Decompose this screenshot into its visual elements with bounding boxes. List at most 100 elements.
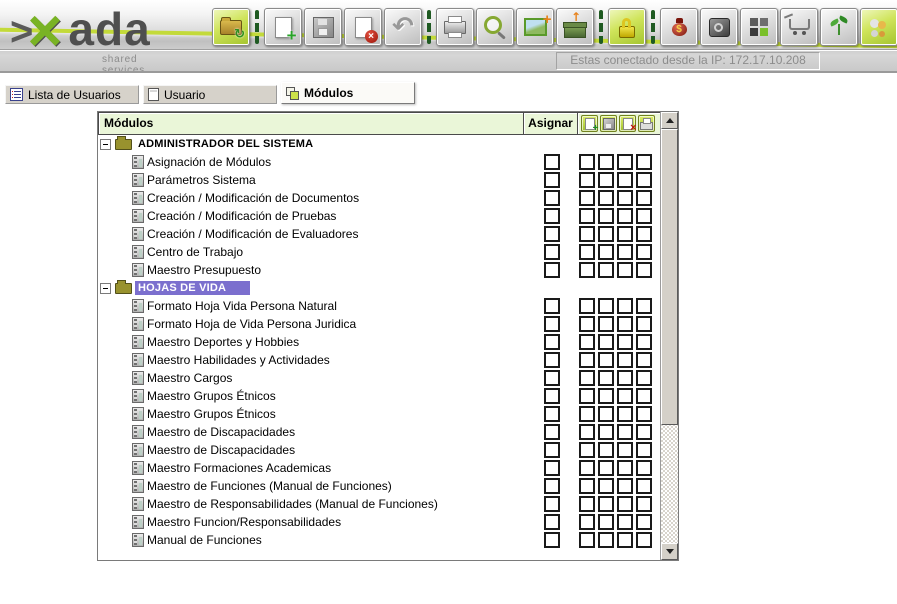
- permission-checkbox[interactable]: [598, 406, 614, 422]
- permission-checkbox[interactable]: [636, 496, 652, 512]
- permission-checkbox[interactable]: [579, 532, 595, 548]
- permission-checkbox[interactable]: [579, 172, 595, 188]
- payroll-button[interactable]: [820, 8, 858, 46]
- module-group-row[interactable]: HOJAS DE VIDA: [98, 279, 662, 297]
- permission-checkbox[interactable]: [617, 424, 633, 440]
- permission-checkbox[interactable]: [636, 352, 652, 368]
- assign-checkbox[interactable]: [544, 514, 560, 530]
- permission-checkbox[interactable]: [598, 388, 614, 404]
- module-row[interactable]: Creación / Modificación de Evaluadores: [98, 225, 662, 243]
- scrollbar-thumb[interactable]: [661, 129, 678, 425]
- tab-lista-de-usuarios[interactable]: Lista de Usuarios: [5, 85, 139, 104]
- permission-checkbox[interactable]: [598, 496, 614, 512]
- modules-button[interactable]: [740, 8, 778, 46]
- assign-checkbox[interactable]: [544, 406, 560, 422]
- permission-checkbox[interactable]: [598, 352, 614, 368]
- row-print-button[interactable]: [638, 115, 655, 132]
- permission-checkbox[interactable]: [617, 514, 633, 530]
- permission-checkbox[interactable]: [579, 190, 595, 206]
- permission-checkbox[interactable]: [598, 316, 614, 332]
- assign-checkbox[interactable]: [544, 460, 560, 476]
- module-row[interactable]: Creación / Modificación de Documentos: [98, 189, 662, 207]
- money-button[interactable]: [660, 8, 698, 46]
- module-row[interactable]: Creación / Modificación de Pruebas: [98, 207, 662, 225]
- permission-checkbox[interactable]: [617, 298, 633, 314]
- tab-modulos[interactable]: Módulos: [281, 82, 415, 104]
- permission-checkbox[interactable]: [636, 460, 652, 476]
- assign-checkbox[interactable]: [544, 244, 560, 260]
- permission-checkbox[interactable]: [636, 244, 652, 260]
- assign-checkbox[interactable]: [544, 478, 560, 494]
- new-button[interactable]: [264, 8, 302, 46]
- row-delete-button[interactable]: [619, 115, 636, 132]
- permission-checkbox[interactable]: [579, 208, 595, 224]
- permission-checkbox[interactable]: [617, 190, 633, 206]
- collapse-toggle-icon[interactable]: [100, 139, 111, 150]
- permission-checkbox[interactable]: [598, 424, 614, 440]
- permission-checkbox[interactable]: [636, 262, 652, 278]
- assign-checkbox[interactable]: [544, 316, 560, 332]
- permission-checkbox[interactable]: [617, 154, 633, 170]
- permission-checkbox[interactable]: [579, 406, 595, 422]
- permission-checkbox[interactable]: [636, 154, 652, 170]
- assign-checkbox[interactable]: [544, 388, 560, 404]
- permission-checkbox[interactable]: [598, 244, 614, 260]
- assign-checkbox[interactable]: [544, 334, 560, 350]
- permission-checkbox[interactable]: [636, 442, 652, 458]
- permission-checkbox[interactable]: [579, 352, 595, 368]
- row-save-button[interactable]: [600, 115, 617, 132]
- assign-checkbox[interactable]: [544, 262, 560, 278]
- delete-button[interactable]: [344, 8, 382, 46]
- permission-checkbox[interactable]: [598, 442, 614, 458]
- module-row[interactable]: Maestro Funcion/Responsabilidades: [98, 513, 662, 531]
- module-row[interactable]: Maestro Formaciones Academicas: [98, 459, 662, 477]
- safe-button[interactable]: [700, 8, 738, 46]
- permission-checkbox[interactable]: [617, 352, 633, 368]
- permission-checkbox[interactable]: [598, 370, 614, 386]
- assign-checkbox[interactable]: [544, 226, 560, 242]
- module-row[interactable]: Maestro Deportes y Hobbies: [98, 333, 662, 351]
- permission-checkbox[interactable]: [598, 514, 614, 530]
- permission-checkbox[interactable]: [598, 334, 614, 350]
- permission-checkbox[interactable]: [579, 496, 595, 512]
- permission-checkbox[interactable]: [617, 208, 633, 224]
- row-add-button[interactable]: [581, 115, 598, 132]
- assign-checkbox[interactable]: [544, 298, 560, 314]
- cart-button[interactable]: [780, 8, 818, 46]
- vertical-scrollbar[interactable]: [660, 112, 678, 560]
- assign-checkbox[interactable]: [544, 496, 560, 512]
- permission-checkbox[interactable]: [617, 532, 633, 548]
- permission-checkbox[interactable]: [636, 478, 652, 494]
- search-button[interactable]: [476, 8, 514, 46]
- module-row[interactable]: Maestro Presupuesto: [98, 261, 662, 279]
- permission-checkbox[interactable]: [579, 370, 595, 386]
- scroll-up-button[interactable]: [661, 112, 678, 129]
- module-group-row[interactable]: ADMINISTRADOR DEL SISTEMA: [98, 135, 662, 153]
- permission-checkbox[interactable]: [579, 154, 595, 170]
- permission-checkbox[interactable]: [579, 424, 595, 440]
- permission-checkbox[interactable]: [598, 262, 614, 278]
- assign-checkbox[interactable]: [544, 424, 560, 440]
- assign-checkbox[interactable]: [544, 208, 560, 224]
- module-row[interactable]: Asignación de Módulos: [98, 153, 662, 171]
- permission-checkbox[interactable]: [617, 226, 633, 242]
- scroll-down-button[interactable]: [661, 543, 678, 560]
- permission-checkbox[interactable]: [579, 316, 595, 332]
- permission-checkbox[interactable]: [617, 496, 633, 512]
- permission-checkbox[interactable]: [636, 208, 652, 224]
- permission-checkbox[interactable]: [617, 406, 633, 422]
- assign-checkbox[interactable]: [544, 442, 560, 458]
- undo-button[interactable]: [384, 8, 422, 46]
- permission-checkbox[interactable]: [636, 334, 652, 350]
- permission-checkbox[interactable]: [579, 514, 595, 530]
- permission-checkbox[interactable]: [636, 532, 652, 548]
- permission-checkbox[interactable]: [636, 388, 652, 404]
- module-row[interactable]: Maestro Habilidades y Actividades: [98, 351, 662, 369]
- permission-checkbox[interactable]: [636, 514, 652, 530]
- tab-usuario[interactable]: Usuario: [143, 85, 277, 104]
- permission-checkbox[interactable]: [598, 190, 614, 206]
- permission-checkbox[interactable]: [579, 334, 595, 350]
- permission-checkbox[interactable]: [617, 172, 633, 188]
- module-row[interactable]: Formato Hoja de Vida Persona Juridica: [98, 315, 662, 333]
- permission-checkbox[interactable]: [636, 298, 652, 314]
